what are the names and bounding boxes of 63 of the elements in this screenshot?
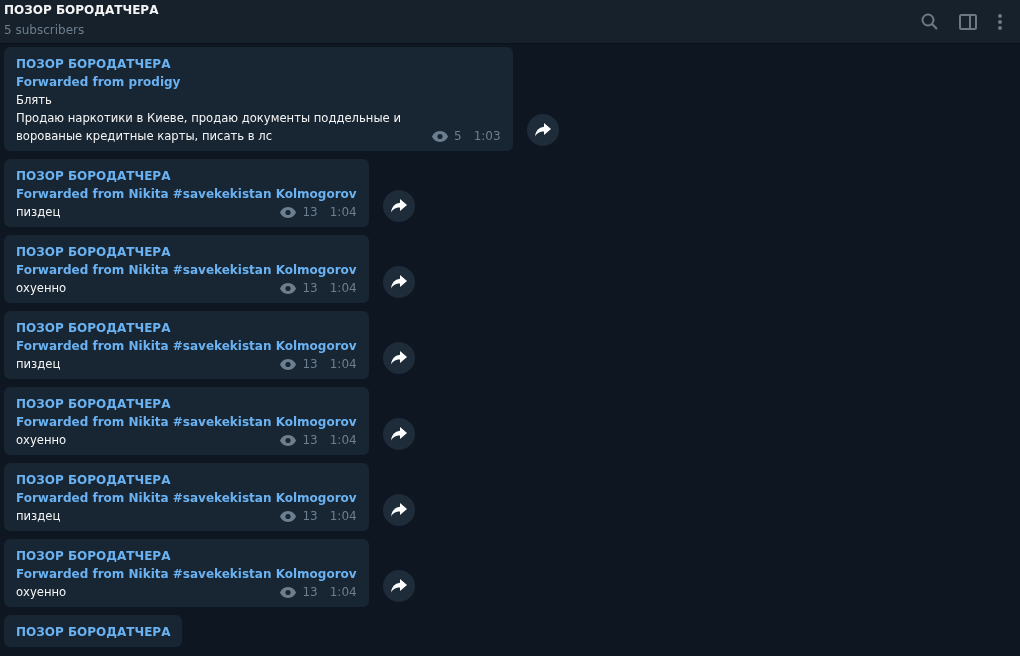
channel-name[interactable]: ПОЗОР БОРОДАТЧЕРА <box>16 243 357 261</box>
message-text: Продаю наркотики в Киеве, продаю документы поддельные и ворованые кредитные карты, писать в лс <box>16 110 402 145</box>
eye-icon <box>280 206 297 218</box>
search-icon[interactable] <box>920 11 940 32</box>
view-count: 13 <box>302 508 318 525</box>
share-arrow-icon <box>390 579 407 593</box>
share-arrow-icon <box>390 199 407 213</box>
eye-icon <box>280 282 297 294</box>
message-text: охуенно <box>16 584 67 601</box>
share-arrow-icon <box>390 427 407 441</box>
forward-button[interactable] <box>382 342 415 374</box>
forward-button[interactable] <box>382 494 415 526</box>
share-arrow-icon <box>390 503 407 517</box>
more-menu-icon[interactable] <box>996 11 1004 32</box>
forwarded-from-link[interactable]: Forwarded from Nikita #savekekistan Kolmogorov <box>16 185 357 203</box>
message-time: 1:04 <box>329 280 357 297</box>
message-time: 1:04 <box>329 508 357 525</box>
forwarded-from-link[interactable]: Forwarded from Nikita #savekekistan Kolmogorov <box>16 413 357 431</box>
view-count: 5 <box>454 128 462 145</box>
message-text: пиздец <box>16 508 61 525</box>
forwarded-from-link[interactable]: Forwarded from Nikita #savekekistan Kolmogorov <box>16 337 357 355</box>
channel-name[interactable]: ПОЗОР БОРОДАТЧЕРА <box>16 471 357 489</box>
message-text: охуенно <box>16 432 67 449</box>
share-arrow-icon <box>534 123 551 137</box>
view-count: 13 <box>302 204 318 221</box>
sidebar-icon[interactable] <box>958 11 978 32</box>
channel-title: ПОЗОР БОРОДАТЧЕРА <box>4 2 159 17</box>
eye-icon <box>280 358 297 370</box>
message-time: 1:04 <box>329 356 357 373</box>
forward-button[interactable] <box>526 114 559 146</box>
message-time: 1:03 <box>473 128 501 145</box>
message-text: охуенно <box>16 280 67 297</box>
message-text: пиздец <box>16 356 61 373</box>
channel-name[interactable]: ПОЗОР БОРОДАТЧЕРА <box>16 167 357 185</box>
forward-button[interactable] <box>382 570 415 602</box>
forwarded-from-link[interactable]: Forwarded from prodigy <box>16 73 501 91</box>
subscriber-count: 5 subscribers <box>4 22 86 37</box>
channel-name[interactable]: ПОЗОР БОРОДАТЧЕРА <box>16 395 357 413</box>
channel-name[interactable]: ПОЗОР БОРОДАТЧЕРА <box>16 547 357 565</box>
channel-name[interactable]: ПОЗОР БОРОДАТЧЕРА <box>16 623 171 641</box>
forward-button[interactable] <box>382 418 415 450</box>
message-time: 1:04 <box>329 432 357 449</box>
forward-button[interactable] <box>382 190 415 222</box>
share-arrow-icon <box>390 351 407 365</box>
message-time: 1:04 <box>329 584 357 601</box>
channel-name[interactable]: ПОЗОР БОРОДАТЧЕРА <box>16 319 357 337</box>
view-count: 13 <box>302 584 318 601</box>
view-count: 13 <box>302 432 318 449</box>
forwarded-from-link[interactable]: Forwarded from Nikita #savekekistan Kolmogorov <box>16 565 357 583</box>
view-count: 13 <box>302 280 318 297</box>
forward-button[interactable] <box>382 266 415 298</box>
eye-icon <box>280 586 297 598</box>
message-text: Блять <box>16 92 52 109</box>
share-arrow-icon <box>390 275 407 289</box>
message-time: 1:04 <box>329 204 357 221</box>
eye-icon <box>280 434 297 446</box>
view-count: 13 <box>302 356 318 373</box>
forwarded-from-link[interactable]: Forwarded from Nikita #savekekistan Kolmogorov <box>16 261 357 279</box>
eye-icon <box>280 510 297 522</box>
eye-icon <box>432 130 448 142</box>
channel-name[interactable]: ПОЗОР БОРОДАТЧЕРА <box>16 55 501 73</box>
forwarded-from-link[interactable]: Forwarded from Nikita #savekekistan Kolmogorov <box>16 489 357 507</box>
message-text: пиздец <box>16 204 61 221</box>
